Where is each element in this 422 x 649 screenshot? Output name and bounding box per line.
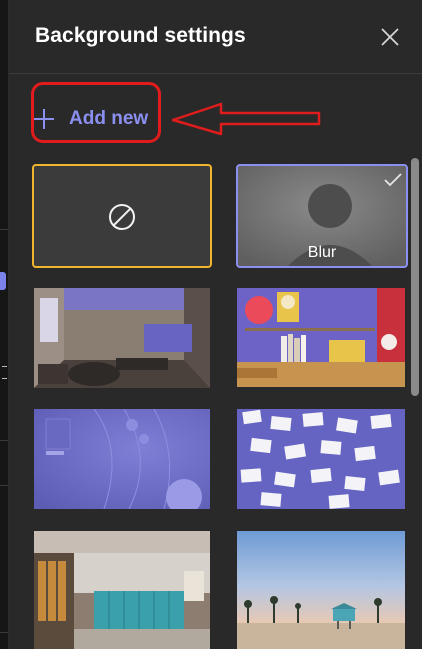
none-icon	[109, 204, 135, 230]
checkmark-icon	[384, 173, 402, 187]
background-settings-panel: Background settings Add new Blur	[9, 0, 422, 649]
active-indicator	[0, 272, 6, 290]
office-image	[34, 531, 210, 649]
background-shelves-tile[interactable]	[237, 288, 405, 387]
background-grid: Blur	[9, 150, 422, 649]
background-blur-tile[interactable]: Blur	[236, 164, 408, 268]
beach-image	[237, 531, 405, 649]
teams-window: Background settings Add new Blur	[0, 0, 422, 649]
background-very-peri-tile[interactable]	[34, 409, 210, 509]
panel-header: Background settings	[9, 0, 422, 74]
arrow-annotation	[171, 102, 321, 136]
background-living-room-tile[interactable]	[34, 288, 210, 388]
page-title: Background settings	[35, 24, 246, 47]
background-beach-tile[interactable]	[237, 531, 405, 649]
living-room-image	[34, 288, 210, 388]
tick-mark	[2, 366, 7, 367]
divider	[0, 440, 8, 441]
very-peri-image	[34, 409, 210, 509]
blur-label: Blur	[307, 244, 337, 261]
divider	[0, 485, 8, 486]
annotation-highlight-box	[31, 82, 161, 143]
underlying-app-edge	[0, 0, 9, 649]
divider	[0, 632, 8, 633]
background-none-tile[interactable]	[32, 164, 212, 268]
shelves-image	[237, 288, 405, 387]
scrollbar-thumb[interactable]	[411, 158, 419, 396]
background-swatch-cards-tile[interactable]	[237, 409, 405, 509]
close-button[interactable]	[377, 24, 403, 50]
tick-mark	[2, 378, 7, 379]
background-office-tile[interactable]	[34, 531, 210, 649]
close-icon	[381, 28, 399, 46]
divider	[0, 229, 8, 230]
swatch-cards-image	[237, 409, 405, 509]
